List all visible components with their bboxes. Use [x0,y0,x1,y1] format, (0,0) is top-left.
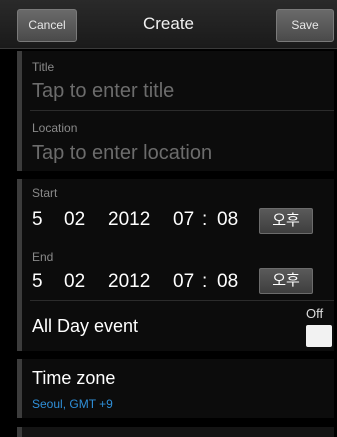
all-day-label: All Day event [32,316,139,336]
all-day-row[interactable]: All Day event Off [22,301,334,351]
start-time-separator: : [202,209,208,230]
end-time-separator: : [202,271,208,292]
end-year[interactable]: 2012 [108,271,150,293]
location-label: Location [32,121,78,135]
title-bar: Cancel Create Save [0,0,337,49]
next-row-partial [17,427,334,437]
end-ampm-button[interactable]: 오후 [259,268,313,294]
date-panel: Start 5 02 2012 07 : 08 오후 End 5 02 2012… [17,179,334,351]
end-label: End [32,250,54,264]
end-hour[interactable]: 07 [173,271,194,293]
all-day-checkbox[interactable] [306,325,332,347]
timezone-label: Time zone [32,368,116,388]
location-input-placeholder: Tap to enter location [32,142,213,164]
end-day[interactable]: 02 [64,271,85,293]
start-ampm-button[interactable]: 오후 [259,208,313,234]
end-minute[interactable]: 08 [217,271,238,293]
end-month[interactable]: 5 [32,271,43,293]
start-day[interactable]: 02 [64,209,85,231]
timezone-row[interactable]: Time zone Seoul, GMT +9 [17,359,334,418]
title-location-panel: Title Tap to enter title Location Tap to… [17,51,334,171]
title-label: Title [32,60,55,74]
timezone-value: Seoul, GMT +9 [32,397,113,411]
start-month[interactable]: 5 [32,209,43,231]
all-day-state-label: Off [306,306,324,321]
start-label: Start [32,186,58,200]
start-hour[interactable]: 07 [173,209,194,231]
save-button[interactable]: Save [276,9,334,42]
start-minute[interactable]: 08 [217,209,238,231]
start-year[interactable]: 2012 [108,209,150,231]
location-field[interactable]: Location Tap to enter location [22,111,334,171]
title-field[interactable]: Title Tap to enter title [22,51,334,110]
title-input-placeholder: Tap to enter title [32,80,175,102]
